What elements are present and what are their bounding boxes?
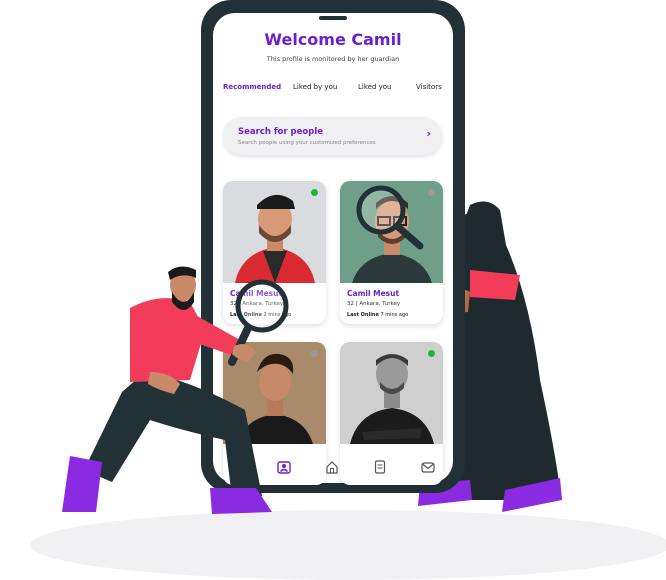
- chevron-right-icon: ›: [426, 127, 431, 140]
- mail-icon[interactable]: [421, 460, 435, 474]
- status-offline-dot: [311, 350, 318, 357]
- bottom-nav: [213, 453, 453, 483]
- last-online-time: 2 mins ago: [263, 312, 292, 318]
- search-title: Search for people: [238, 127, 324, 137]
- last-online-label: Last Online: [347, 312, 379, 318]
- search-people-button[interactable]: Search for people Search people using yo…: [223, 117, 442, 155]
- floor-shadow: [30, 510, 666, 580]
- last-online-time: 7 mins ago: [380, 312, 409, 318]
- status-offline-dot: [428, 189, 435, 196]
- last-online: Last Online 7 mins ago: [347, 312, 408, 318]
- phone-notch: [319, 16, 347, 20]
- profile-card-1[interactable]: Camil Mesut 32 | Ankara, Turkey Last Onl…: [223, 181, 326, 324]
- page-title: Welcome Camil: [264, 30, 402, 49]
- people-icon[interactable]: [277, 460, 291, 474]
- profile-photo-4: [340, 342, 443, 444]
- profile-photo-1: [223, 181, 326, 283]
- document-icon[interactable]: [373, 460, 387, 474]
- profile-photo-3: [223, 342, 326, 444]
- profile-card-2[interactable]: Camil Mesut 32 | Ankara, Turkey Last Onl…: [340, 181, 443, 324]
- last-online-label: Last Online: [230, 312, 262, 318]
- status-online-dot: [428, 350, 435, 357]
- page-subtitle: This profile is monitored by her guardia…: [266, 55, 400, 63]
- home-icon[interactable]: [325, 460, 339, 474]
- profile-photo-2: [340, 181, 443, 283]
- last-online: Last Online 2 mins ago: [230, 312, 291, 318]
- tab-visitors[interactable]: Visitors: [416, 83, 442, 91]
- profile-meta: 32 | Ankara, Turkey: [347, 301, 401, 307]
- tab-recommended[interactable]: Recommended: [223, 83, 281, 91]
- search-subtitle: Search people using your customized pref…: [238, 140, 376, 146]
- profile-meta: 32 | Ankara, Turkey: [230, 301, 284, 307]
- profile-name: Camil Mesut: [347, 289, 400, 298]
- tab-liked-you[interactable]: Liked you: [358, 83, 392, 91]
- tab-liked-by-you[interactable]: Liked by you: [293, 83, 337, 91]
- profile-name: Camil Mesut: [230, 289, 283, 298]
- status-online-dot: [311, 189, 318, 196]
